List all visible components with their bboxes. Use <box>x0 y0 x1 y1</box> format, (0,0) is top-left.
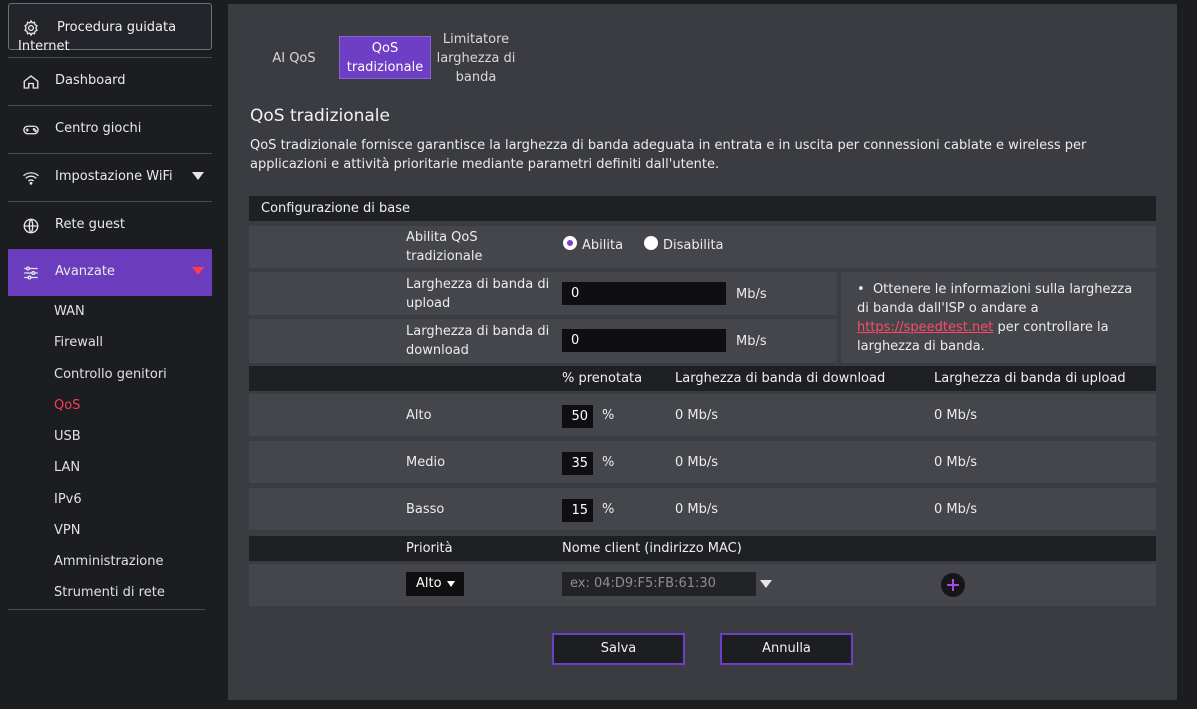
submenu-item-parental-control[interactable]: Controllo genitori <box>54 367 167 382</box>
upload-rate: 0 Mb/s <box>934 455 978 470</box>
enable-radio[interactable] <box>563 236 577 250</box>
priority-table-header: % prenotata Larghezza di banda di downlo… <box>249 366 1156 391</box>
priority-select-value: Alto <box>416 576 442 591</box>
column-header: Larghezza di banda di download <box>675 371 886 386</box>
column-header: Priorità <box>406 541 453 556</box>
tab-traditional-qos[interactable]: QoS tradizionale <box>339 36 431 79</box>
download-rate: 0 Mb/s <box>675 408 719 423</box>
sliders-icon <box>24 266 38 280</box>
column-header: Larghezza di banda di upload <box>934 371 1126 386</box>
chevron-down-icon[interactable] <box>760 580 772 588</box>
pct-symbol: % <box>602 455 615 470</box>
wizard-button[interactable]: Procedura guidata Internet <box>8 3 212 54</box>
page-description: QoS tradizionale fornisce garantisce la … <box>250 138 1087 172</box>
gear-icon <box>24 19 38 37</box>
download-unit: Mb/s <box>736 334 767 349</box>
upload-rate: 0 Mb/s <box>934 502 978 517</box>
sidebar-item-label: Avanzate <box>55 264 115 279</box>
disable-radio-label[interactable]: Disabilita <box>663 236 724 255</box>
info-bullet: • <box>857 282 865 297</box>
submenu-item-firewall[interactable]: Firewall <box>54 335 103 350</box>
home-icon <box>23 75 39 89</box>
enable-radio-label[interactable]: Abilita <box>582 236 623 255</box>
submenu-item-vpn[interactable]: VPN <box>54 523 80 538</box>
sidebar-item-label: Centro giochi <box>55 121 142 136</box>
pct-symbol: % <box>602 502 615 517</box>
upload-rate: 0 Mb/s <box>934 408 978 423</box>
chevron-down-icon[interactable] <box>192 267 204 275</box>
cancel-button[interactable]: Annulla <box>720 633 853 665</box>
globe-icon <box>23 218 39 234</box>
divider <box>8 609 205 610</box>
sidebar-item-label: Dashboard <box>55 73 126 88</box>
save-button[interactable]: Salva <box>552 633 685 665</box>
main-panel: AI QoS QoS tradizionale Limitatore largh… <box>228 4 1177 700</box>
submenu-item-ipv6[interactable]: IPv6 <box>54 492 82 507</box>
column-header: % prenotata <box>562 371 643 386</box>
mac-address-input[interactable]: ex: 04:D9:F5:FB:61:30 <box>562 572 756 596</box>
pct-input[interactable]: 35 <box>562 452 593 475</box>
tab-bandwidth-limiter[interactable]: Limitatore larghezza di banda <box>434 30 518 87</box>
caret-down-icon <box>447 581 455 587</box>
download-rate: 0 Mb/s <box>675 455 719 470</box>
pct-input[interactable]: 50 <box>562 405 593 428</box>
gamepad-icon <box>23 125 39 135</box>
submenu-item-lan[interactable]: LAN <box>54 460 80 475</box>
submenu-item-wan[interactable]: WAN <box>54 304 85 319</box>
sidebar-item-wifi[interactable]: Impostazione WiFi <box>8 154 212 201</box>
wifi-icon <box>23 172 39 185</box>
client-table-header: Priorità Nome client (indirizzo MAC) <box>249 536 1156 561</box>
submenu-item-administration[interactable]: Amministrazione <box>54 554 164 569</box>
section-title: Configurazione di base <box>261 201 411 216</box>
sidebar-item-label: Impostazione WiFi <box>55 169 173 184</box>
pct-input[interactable]: 15 <box>562 499 593 522</box>
download-label: Larghezza di banda di download <box>406 324 550 358</box>
speedtest-link[interactable]: https://speedtest.net <box>857 320 993 335</box>
sidebar-item-label: Rete guest <box>55 217 126 232</box>
add-client-icon[interactable] <box>941 573 965 597</box>
info-box: • Ottenere le informazioni sulla larghez… <box>841 272 1156 363</box>
tab-ai-qos[interactable]: AI QoS <box>264 49 324 68</box>
upload-input[interactable]: 0 <box>562 282 726 305</box>
disable-radio[interactable] <box>644 236 658 250</box>
download-rate: 0 Mb/s <box>675 502 719 517</box>
column-header: Nome client (indirizzo MAC) <box>562 541 742 556</box>
submenu-item-usb[interactable]: USB <box>54 429 81 444</box>
chevron-down-icon[interactable] <box>192 172 204 180</box>
sidebar-item-game-center[interactable]: Centro giochi <box>8 106 212 153</box>
sidebar-item-advanced[interactable]: Avanzate <box>8 249 212 296</box>
enable-label: Abilita QoS tradizionale <box>406 230 483 264</box>
section-header: Configurazione di base <box>249 196 1156 221</box>
pct-symbol: % <box>602 408 615 423</box>
sidebar-item-dashboard[interactable]: Dashboard <box>8 58 212 105</box>
info-text-before: Ottenere le informazioni sulla larghezza… <box>857 282 1133 316</box>
priority-name: Alto <box>406 408 432 423</box>
submenu-item-network-tools[interactable]: Strumenti di rete <box>54 585 165 600</box>
info-text: • Ottenere le informazioni sulla larghez… <box>857 280 1147 356</box>
download-input[interactable]: 0 <box>562 329 726 352</box>
submenu-item-qos[interactable]: QoS <box>54 398 80 413</box>
page-title: QoS tradizionale <box>250 106 390 126</box>
sidebar: Procedura guidata Internet Dashboard Cen… <box>0 0 220 709</box>
priority-name: Medio <box>406 455 446 470</box>
upload-label: Larghezza di banda di upload <box>406 277 550 311</box>
priority-select[interactable]: Alto <box>406 572 464 596</box>
wizard-label: Procedura guidata <box>57 20 177 35</box>
sidebar-item-guest-network[interactable]: Rete guest <box>8 202 212 249</box>
priority-name: Basso <box>406 502 445 517</box>
upload-unit: Mb/s <box>736 287 767 302</box>
wizard-label-2: Internet <box>18 39 70 54</box>
